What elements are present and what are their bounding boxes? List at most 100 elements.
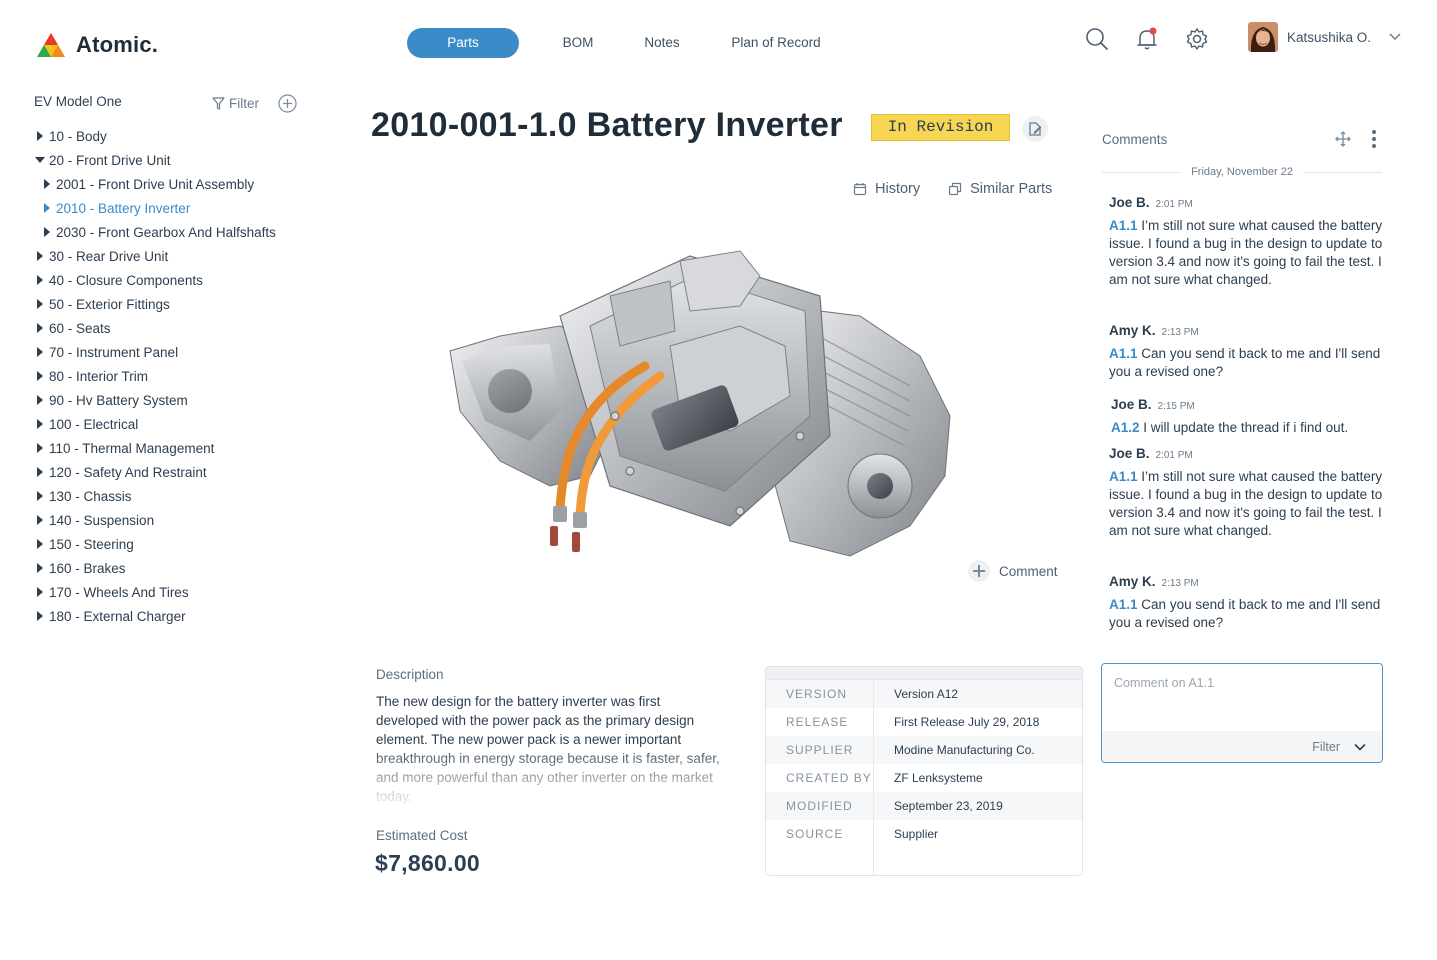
main-nav: Parts BOM Notes Plan of Record: [407, 28, 865, 58]
caret-right-icon[interactable]: [37, 196, 56, 220]
sidebar-item[interactable]: 150 - Steering: [30, 532, 330, 556]
bell-icon[interactable]: [1134, 26, 1160, 52]
comment-input[interactable]: [1102, 664, 1382, 732]
comment-author: Amy K.: [1109, 574, 1156, 589]
sidebar-item[interactable]: 160 - Brakes: [30, 556, 330, 580]
sidebar-item[interactable]: 20 - Front Drive Unit: [30, 148, 330, 172]
add-node-button[interactable]: [278, 94, 297, 118]
caret-down-icon[interactable]: [30, 148, 49, 172]
sidebar-item[interactable]: 70 - Instrument Panel: [30, 340, 330, 364]
search-icon[interactable]: [1084, 26, 1110, 52]
comment-author: Amy K.: [1109, 323, 1156, 338]
caret-right-icon[interactable]: [30, 388, 49, 412]
sidebar-item[interactable]: 110 - Thermal Management: [30, 436, 330, 460]
comment-filter-button[interactable]: Filter: [1102, 731, 1382, 762]
comment-text: I’m still not sure what caused the batte…: [1109, 469, 1383, 538]
app-logo[interactable]: Atomic.: [36, 32, 158, 58]
caret-right-icon[interactable]: [30, 580, 49, 604]
sidebar-item[interactable]: 60 - Seats: [30, 316, 330, 340]
sidebar-item-label: 10 - Body: [49, 128, 107, 144]
comment-time: 2:01 PM: [1155, 199, 1193, 210]
add-comment-button[interactable]: Comment: [968, 560, 1058, 582]
property-value: ZF Lenksysteme: [894, 771, 983, 785]
similar-parts-button[interactable]: Similar Parts: [948, 181, 1052, 197]
property-row: SOURCE Supplier: [766, 820, 1082, 848]
tab-bom[interactable]: BOM: [519, 28, 637, 58]
caret-right-icon[interactable]: [30, 436, 49, 460]
user-name: Katsushika O.: [1287, 29, 1372, 45]
caret-right-icon[interactable]: [30, 460, 49, 484]
caret-right-icon[interactable]: [30, 508, 49, 532]
sidebar-item[interactable]: 30 - Rear Drive Unit: [30, 244, 330, 268]
sidebar-item-label: 60 - Seats: [49, 320, 111, 336]
tree-header: EV Model One Filter: [34, 94, 304, 114]
sidebar-item-label: 20 - Front Drive Unit: [49, 152, 171, 168]
tab-plan-of-record[interactable]: Plan of Record: [687, 28, 865, 58]
caret-right-icon[interactable]: [30, 124, 49, 148]
property-row: MODIFIED September 23, 2019: [766, 792, 1082, 820]
properties-table-header: [766, 667, 1082, 680]
comment-time: 2:13 PM: [1161, 578, 1199, 589]
user-menu[interactable]: Katsushika O.: [1248, 22, 1402, 52]
sidebar-item-label: 90 - Hv Battery System: [49, 392, 188, 408]
edit-icon[interactable]: [1022, 116, 1048, 142]
comment-ref-link[interactable]: A1.2: [1111, 420, 1140, 435]
sidebar-item[interactable]: 2001 - Front Drive Unit Assembly: [30, 172, 330, 196]
sidebar-item-label: 2010 - Battery Inverter: [56, 200, 191, 216]
sidebar-item[interactable]: 170 - Wheels And Tires: [30, 580, 330, 604]
caret-right-icon[interactable]: [30, 364, 49, 388]
caret-right-icon[interactable]: [30, 532, 49, 556]
comment-text: I’m still not sure what caused the batte…: [1109, 218, 1383, 287]
caret-right-icon[interactable]: [30, 604, 49, 628]
plus-icon: [968, 560, 990, 582]
caret-right-icon[interactable]: [30, 340, 49, 364]
sidebar-item[interactable]: 2030 - Front Gearbox And Halfshafts: [30, 220, 330, 244]
sidebar-item[interactable]: 120 - Safety And Restraint: [30, 460, 330, 484]
sidebar-item-label: 130 - Chassis: [49, 488, 132, 504]
properties-rows: VERSION Version A12 RELEASE First Release J…: [766, 680, 1082, 848]
property-key: RELEASE: [786, 715, 849, 729]
caret-right-icon[interactable]: [30, 316, 49, 340]
property-key: VERSION: [786, 687, 848, 701]
description-text: The new design for the battery inverter …: [376, 694, 720, 804]
comment-ref-link[interactable]: A1.1: [1109, 218, 1138, 233]
sidebar-item[interactable]: 50 - Exterior Fittings: [30, 292, 330, 316]
sidebar-item[interactable]: 10 - Body: [30, 124, 330, 148]
property-key: SUPPLIER: [786, 743, 854, 757]
tab-notes[interactable]: Notes: [637, 28, 687, 58]
sidebar-item[interactable]: 2010 - Battery Inverter: [30, 196, 330, 220]
page-title: 2010-001-1.0 Battery Inverter: [371, 106, 843, 144]
caret-right-icon[interactable]: [30, 412, 49, 436]
property-value: Version A12: [894, 687, 959, 701]
move-icon[interactable]: [1334, 130, 1352, 153]
gear-icon[interactable]: [1184, 26, 1210, 52]
caret-right-icon[interactable]: [30, 244, 49, 268]
sidebar-item[interactable]: 90 - Hv Battery System: [30, 388, 330, 412]
comment-ref-link[interactable]: A1.1: [1109, 469, 1138, 484]
sidebar-item[interactable]: 180 - External Charger: [30, 604, 330, 628]
caret-right-icon[interactable]: [30, 268, 49, 292]
sidebar-item[interactable]: 40 - Closure Components: [30, 268, 330, 292]
comment-ref-link[interactable]: A1.1: [1109, 597, 1138, 612]
comments-title: Comments: [1102, 132, 1168, 147]
caret-right-icon[interactable]: [30, 292, 49, 316]
comment-ref-link[interactable]: A1.1: [1109, 346, 1138, 361]
sidebar-item[interactable]: 100 - Electrical: [30, 412, 330, 436]
part-actions: History Similar Parts: [853, 181, 1052, 197]
comment-author: Joe B.: [1109, 195, 1150, 210]
property-key: CREATED BY: [786, 771, 872, 785]
caret-right-icon[interactable]: [30, 484, 49, 508]
caret-right-icon[interactable]: [37, 172, 56, 196]
sidebar-item[interactable]: 140 - Suspension: [30, 508, 330, 532]
tree-filter-button[interactable]: Filter: [212, 96, 259, 111]
caret-right-icon[interactable]: [37, 220, 56, 244]
similar-parts-label: Similar Parts: [970, 181, 1053, 197]
sidebar-item-label: 140 - Suspension: [49, 512, 155, 528]
atomic-logo-icon: [37, 33, 65, 57]
caret-right-icon[interactable]: [30, 556, 49, 580]
sidebar-item[interactable]: 130 - Chassis: [30, 484, 330, 508]
history-button[interactable]: History: [853, 181, 920, 197]
tab-parts[interactable]: Parts: [407, 28, 519, 58]
sidebar-item[interactable]: 80 - Interior Trim: [30, 364, 330, 388]
more-options-icon[interactable]: [1371, 130, 1377, 148]
